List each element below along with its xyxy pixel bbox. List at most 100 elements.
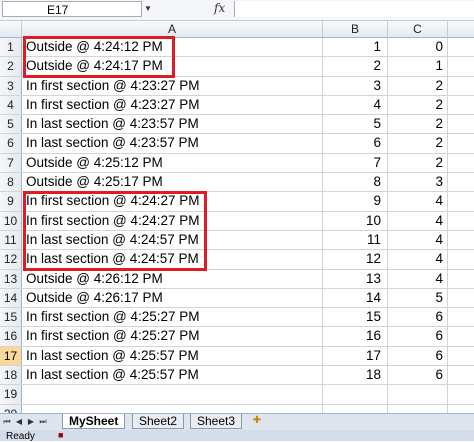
row-header[interactable]: 14: [0, 288, 22, 308]
cell-b[interactable]: 5: [323, 115, 388, 134]
column-header-d[interactable]: [448, 21, 474, 38]
cell-a[interactable]: In last section @ 4:23:57 PM: [22, 134, 323, 153]
row-header[interactable]: 10: [0, 211, 22, 230]
cell-a[interactable]: In last section @ 4:25:57 PM: [22, 366, 323, 385]
last-sheet-icon[interactable]: ⏭: [38, 416, 48, 427]
row-header[interactable]: 1: [0, 38, 22, 57]
row-header[interactable]: 2: [0, 57, 22, 76]
cell-b[interactable]: 10: [323, 211, 388, 230]
cell-b[interactable]: 17: [323, 346, 388, 366]
cell-grid: 1 Outside @ 4:24:12 PM 1 0 2 Outside @ 4:24:1…: [0, 38, 474, 424]
cell-c[interactable]: 4: [388, 250, 448, 269]
tab-mysheet[interactable]: MySheet: [62, 414, 126, 429]
row-header[interactable]: 12: [0, 250, 22, 269]
table-row: 13 Outside @ 4:26:12 PM 13 4: [0, 269, 474, 289]
cell-b[interactable]: 15: [323, 308, 388, 327]
row-header[interactable]: 18: [0, 366, 22, 385]
row-header[interactable]: 6: [0, 134, 22, 153]
cell-c[interactable]: 4: [388, 192, 448, 211]
cell-c[interactable]: [388, 385, 448, 404]
sheet-tab-bar: ⏮ ◀ ▶ ⏭ MySheet Sheet2 Sheet3 ✚: [0, 413, 474, 430]
tab-sheet2[interactable]: Sheet2: [132, 414, 185, 429]
cell-a[interactable]: Outside @ 4:26:17 PM: [22, 288, 323, 308]
chevron-down-icon[interactable]: ▼: [142, 2, 154, 16]
cell-b[interactable]: 12: [323, 250, 388, 269]
row-header[interactable]: 4: [0, 95, 22, 115]
cell-c[interactable]: 4: [388, 230, 448, 250]
macro-record-icon[interactable]: ■: [58, 430, 68, 440]
cell-b[interactable]: 14: [323, 288, 388, 308]
cell-a[interactable]: In first section @ 4:24:27 PM: [22, 211, 323, 230]
cell-b[interactable]: 8: [323, 173, 388, 192]
cell-a[interactable]: Outside @ 4:24:12 PM: [22, 38, 323, 57]
function-icon[interactable]: fx: [214, 1, 225, 15]
cell-c[interactable]: 6: [388, 366, 448, 385]
cell-a[interactable]: In first section @ 4:25:27 PM: [22, 308, 323, 327]
select-all-corner[interactable]: [0, 21, 22, 38]
cell-a[interactable]: Outside @ 4:25:17 PM: [22, 173, 323, 192]
cell-b[interactable]: 9: [323, 192, 388, 211]
cell-a[interactable]: In first section @ 4:23:27 PM: [22, 95, 323, 115]
cell-c[interactable]: 4: [388, 269, 448, 288]
row-header[interactable]: 5: [0, 115, 22, 134]
cell-c[interactable]: 2: [388, 153, 448, 173]
cell-c[interactable]: 2: [388, 115, 448, 134]
cell-a[interactable]: Outside @ 4:25:12 PM: [22, 153, 323, 173]
formula-input[interactable]: [234, 1, 474, 17]
row-header[interactable]: 9: [0, 192, 22, 211]
cell-b[interactable]: 3: [323, 76, 388, 95]
cell-a[interactable]: Outside @ 4:26:12 PM: [22, 269, 323, 288]
cell-b[interactable]: 16: [323, 327, 388, 346]
table-row: 6 In last section @ 4:23:57 PM 6 2: [0, 134, 474, 154]
next-sheet-icon[interactable]: ▶: [26, 416, 36, 427]
cell-a[interactable]: In last section @ 4:23:57 PM: [22, 115, 323, 134]
cell-b[interactable]: 13: [323, 269, 388, 288]
cell-c[interactable]: 2: [388, 134, 448, 153]
cell-c[interactable]: 2: [388, 76, 448, 95]
insert-sheet-icon[interactable]: ✚: [250, 415, 264, 427]
cell-c[interactable]: 0: [388, 38, 448, 57]
cell-a[interactable]: In first section @ 4:24:27 PM: [22, 192, 323, 211]
table-row: 11 In last section @ 4:24:57 PM 11 4: [0, 230, 474, 251]
cell-c[interactable]: 5: [388, 288, 448, 308]
column-header-b[interactable]: B: [323, 21, 388, 38]
row-header[interactable]: 3: [0, 76, 22, 95]
column-header-a[interactable]: A: [22, 21, 323, 38]
row-header[interactable]: 15: [0, 308, 22, 327]
cell-a[interactable]: In last section @ 4:24:57 PM: [22, 230, 323, 250]
cell-a[interactable]: In last section @ 4:25:57 PM: [22, 346, 323, 366]
cell-b[interactable]: 2: [323, 57, 388, 76]
cell-c[interactable]: 2: [388, 95, 448, 115]
cell-b[interactable]: 1: [323, 38, 388, 57]
row-header[interactable]: 17: [0, 346, 22, 366]
cell-a[interactable]: In first section @ 4:25:27 PM: [22, 327, 323, 346]
cell-b[interactable]: 4: [323, 95, 388, 115]
cell-b[interactable]: 7: [323, 153, 388, 173]
cell-b[interactable]: 6: [323, 134, 388, 153]
cell-b[interactable]: [323, 385, 388, 404]
tab-sheet3[interactable]: Sheet3: [190, 414, 243, 429]
column-header-c[interactable]: C: [388, 21, 448, 38]
cell-c[interactable]: 4: [388, 211, 448, 230]
row-header[interactable]: 13: [0, 269, 22, 288]
cell-c[interactable]: 6: [388, 327, 448, 346]
row-header[interactable]: 19: [0, 385, 22, 404]
cell-c[interactable]: 3: [388, 173, 448, 192]
cell-c[interactable]: 6: [388, 346, 448, 366]
row-header[interactable]: 8: [0, 173, 22, 192]
cell-c[interactable]: 1: [388, 57, 448, 76]
cell-b[interactable]: 18: [323, 366, 388, 385]
cell-a[interactable]: In last section @ 4:24:57 PM: [22, 250, 323, 269]
cell-a[interactable]: Outside @ 4:24:17 PM: [22, 57, 323, 76]
cell-a[interactable]: In first section @ 4:23:27 PM: [22, 76, 323, 95]
cell-c[interactable]: 6: [388, 308, 448, 327]
row-header[interactable]: 16: [0, 327, 22, 346]
cell-a[interactable]: [22, 385, 323, 404]
first-sheet-icon[interactable]: ⏮: [2, 416, 12, 427]
table-row: 15 In first section @ 4:25:27 PM 15 6: [0, 308, 474, 328]
row-header[interactable]: 11: [0, 230, 22, 250]
prev-sheet-icon[interactable]: ◀: [14, 416, 24, 427]
row-header[interactable]: 7: [0, 153, 22, 173]
cell-b[interactable]: 11: [323, 230, 388, 250]
name-box[interactable]: E17: [2, 1, 142, 17]
